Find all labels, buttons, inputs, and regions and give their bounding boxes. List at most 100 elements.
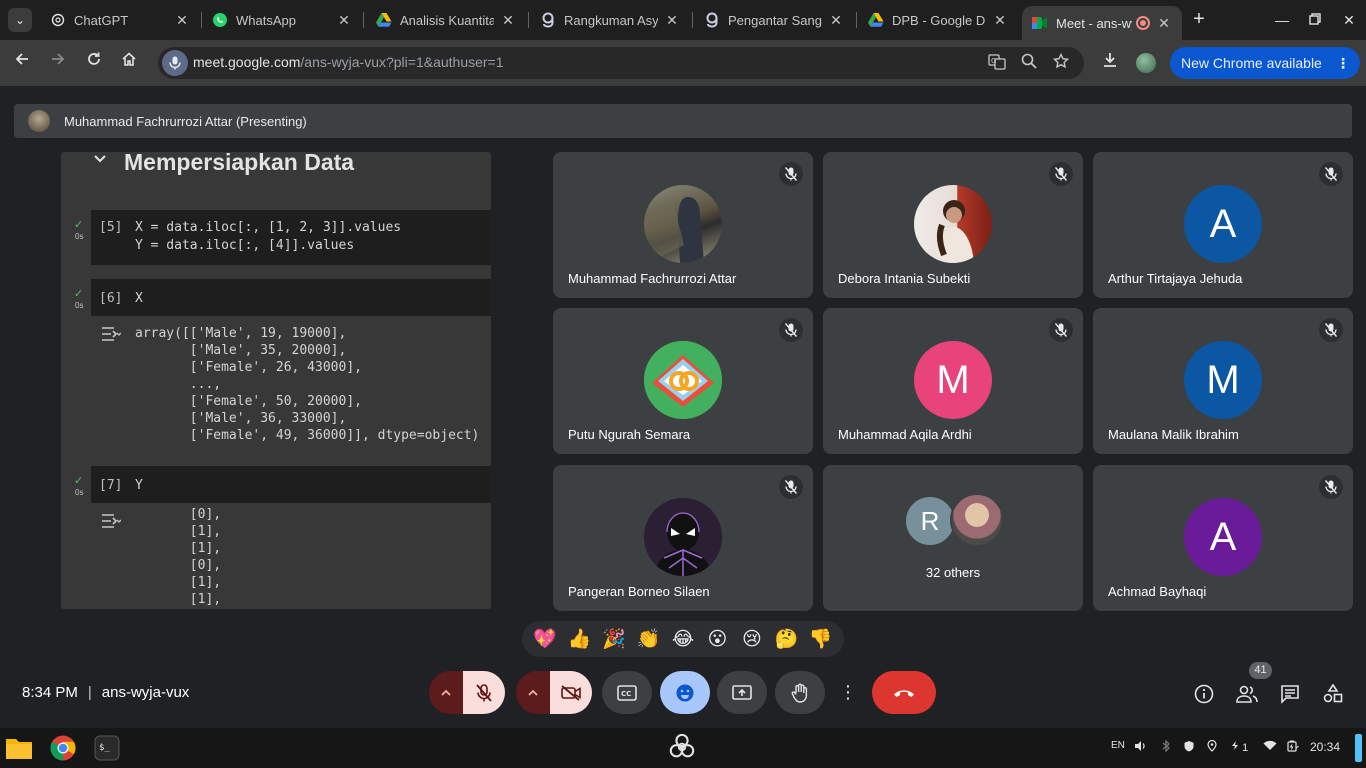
participant-avatar <box>644 185 722 263</box>
participant-tile[interactable]: M Maulana Malik Ibrahim <box>1093 308 1353 454</box>
battery-icon[interactable] <box>1287 740 1299 755</box>
close-tab-icon[interactable]: ✕ <box>992 12 1008 29</box>
reaction-party-button[interactable]: 🎉 <box>599 627 629 651</box>
tab-analisis-kuantitatif[interactable]: Analisis Kuantitatif ✕ <box>366 6 526 34</box>
participant-tile[interactable]: Putu Ngurah Semara <box>553 308 813 454</box>
reaction-surprised-button[interactable]: 😮 <box>702 628 732 651</box>
language-indicator[interactable]: EN <box>1111 740 1125 751</box>
reaction-thumbs-up-button[interactable]: 👍 <box>565 627 595 651</box>
reaction-heart-button[interactable]: 💖 <box>530 627 560 651</box>
tab-search-button[interactable]: ⌄ <box>8 8 32 32</box>
tab-meet-active[interactable]: Meet - ans-wyja-vux ✕ <box>1022 6 1182 40</box>
bluetooth-icon[interactable] <box>1162 739 1170 755</box>
participant-tile[interactable]: A Arthur Tirtajaya Jehuda <box>1093 152 1353 298</box>
output-line: ['Male', 35, 20000], <box>135 343 347 358</box>
audio-settings-caret-icon[interactable] <box>429 671 463 714</box>
toggle-microphone-button[interactable] <box>463 671 505 714</box>
close-window-icon[interactable]: ✕ <box>1339 8 1359 32</box>
participant-tile[interactable]: Debora Intania Subekti <box>823 152 1083 298</box>
tab-title: Meet - ans-wyja-vux <box>1056 15 1132 31</box>
profile-avatar[interactable] <box>1136 53 1156 73</box>
code-cell[interactable]: [6] X <box>91 279 491 316</box>
more-options-button[interactable]: ⋮ <box>833 671 863 714</box>
minimize-window-icon[interactable]: — <box>1272 8 1292 32</box>
code-line: X <box>135 291 143 306</box>
zoom-icon[interactable] <box>1019 53 1039 73</box>
code-cell[interactable]: [5] X = data.iloc[:, [1, 2, 3]].values Y… <box>91 210 491 265</box>
run-check-icon: ✓ <box>74 288 84 300</box>
presentation-screen[interactable]: Mempersiapkan Data ✓ 0s [5] X = data.ilo… <box>61 152 491 609</box>
back-arrow-icon[interactable] <box>10 51 34 75</box>
mic-off-icon <box>1319 162 1343 186</box>
present-screen-button[interactable] <box>717 671 767 714</box>
browser-toolbar: meet.google.com/ans-wyja-vux?pli=1&authu… <box>0 40 1366 86</box>
close-tab-icon[interactable]: ✕ <box>500 12 516 29</box>
reactions-button[interactable] <box>660 671 710 714</box>
maximize-window-icon[interactable] <box>1305 8 1325 32</box>
new-tab-plus-icon[interactable]: + <box>1189 8 1209 32</box>
reaction-sad-button[interactable]: 😢 <box>737 628 767 651</box>
translate-icon[interactable]: G <box>987 53 1007 73</box>
launcher-biohazard-icon[interactable] <box>668 733 696 761</box>
wifi-icon[interactable] <box>1263 740 1277 754</box>
run-time: 0s <box>75 301 84 310</box>
close-tab-icon[interactable]: ✕ <box>336 12 352 29</box>
close-tab-icon[interactable]: ✕ <box>174 12 190 29</box>
tab-rangkuman[interactable]: Rangkuman Asynchronous ✕ <box>530 6 690 34</box>
close-tab-icon[interactable]: ✕ <box>828 12 844 29</box>
shield-icon[interactable] <box>1183 740 1195 755</box>
output-toggle-icon[interactable] <box>101 326 122 345</box>
activities-icon[interactable] <box>1320 681 1346 707</box>
bookmark-star-icon[interactable] <box>1051 52 1071 73</box>
reaction-thinking-button[interactable]: 🤔 <box>771 627 801 651</box>
forward-arrow-icon[interactable] <box>46 51 70 75</box>
participant-tile[interactable]: Pangeran Borneo Silaen <box>553 465 813 611</box>
participant-avatar <box>644 498 722 576</box>
home-icon[interactable] <box>117 51 141 75</box>
others-tile[interactable]: R 32 others <box>823 465 1083 611</box>
close-tab-icon[interactable]: ✕ <box>664 12 680 29</box>
address-bar[interactable]: meet.google.com/ans-wyja-vux?pli=1&authu… <box>158 47 1084 79</box>
tab-pengantar[interactable]: Pengantar Sang ✕ <box>694 6 854 34</box>
leave-call-button[interactable] <box>872 671 936 714</box>
reaction-clap-button[interactable]: 👏 <box>634 627 664 651</box>
presenter-avatar <box>28 110 50 132</box>
terminal-app-icon[interactable]: $_ <box>93 734 121 762</box>
close-tab-icon[interactable]: ✕ <box>1156 15 1172 32</box>
toggle-camera-button[interactable] <box>550 671 592 714</box>
files-app-folder-icon[interactable] <box>5 734 33 762</box>
volume-icon[interactable] <box>1134 740 1146 755</box>
tab-chatgpt[interactable]: ChatGPT ✕ <box>40 6 200 34</box>
participant-name: Achmad Bayhaqi <box>1108 584 1207 599</box>
reload-icon[interactable] <box>82 51 106 75</box>
svg-text:G: G <box>991 57 996 65</box>
raise-hand-button[interactable] <box>775 671 825 714</box>
download-icon[interactable] <box>1098 52 1122 76</box>
notification-indicator[interactable]: 1 <box>1231 740 1248 754</box>
captions-button[interactable]: CC <box>602 671 652 714</box>
more-vertical-icon[interactable]: ⋮ <box>1336 47 1350 79</box>
microphone-icon[interactable] <box>162 50 188 76</box>
system-clock[interactable]: 20:34 <box>1310 740 1340 754</box>
meeting-details-info-icon[interactable] <box>1191 681 1217 707</box>
reaction-thumbs-down-button[interactable]: 👎 <box>806 627 836 651</box>
participant-tile[interactable]: Muhammad Fachrurrozi Attar <box>553 152 813 298</box>
location-pin-icon[interactable] <box>1207 739 1217 755</box>
tab-whatsapp[interactable]: WhatsApp ✕ <box>202 6 362 34</box>
output-toggle-icon[interactable] <box>101 513 122 532</box>
people-icon[interactable] <box>1234 681 1260 707</box>
output-line: [1], <box>135 592 222 607</box>
output-line: ['Male', 36, 33000], <box>135 411 347 426</box>
section-title: Mempersiapkan Data <box>124 152 355 175</box>
participant-tile[interactable]: A Achmad Bayhaqi <box>1093 465 1353 611</box>
code-cell[interactable]: [7] Y <box>91 466 491 503</box>
video-settings-caret-icon[interactable] <box>516 671 550 714</box>
chrome-app-icon[interactable] <box>49 734 77 762</box>
presenter-label: Muhammad Fachrurrozi Attar (Presenting) <box>64 113 307 129</box>
participant-tile[interactable]: M Muhammad Aqila Ardhi <box>823 308 1083 454</box>
chat-icon[interactable] <box>1277 681 1303 707</box>
reaction-laugh-button[interactable]: 😂 <box>668 628 698 651</box>
new-chrome-available-button[interactable]: New Chrome available ⋮ <box>1170 47 1360 79</box>
participant-avatar: A <box>1184 185 1262 263</box>
tab-dpb-drive[interactable]: DPB - Google Drive ✕ <box>858 6 1018 34</box>
